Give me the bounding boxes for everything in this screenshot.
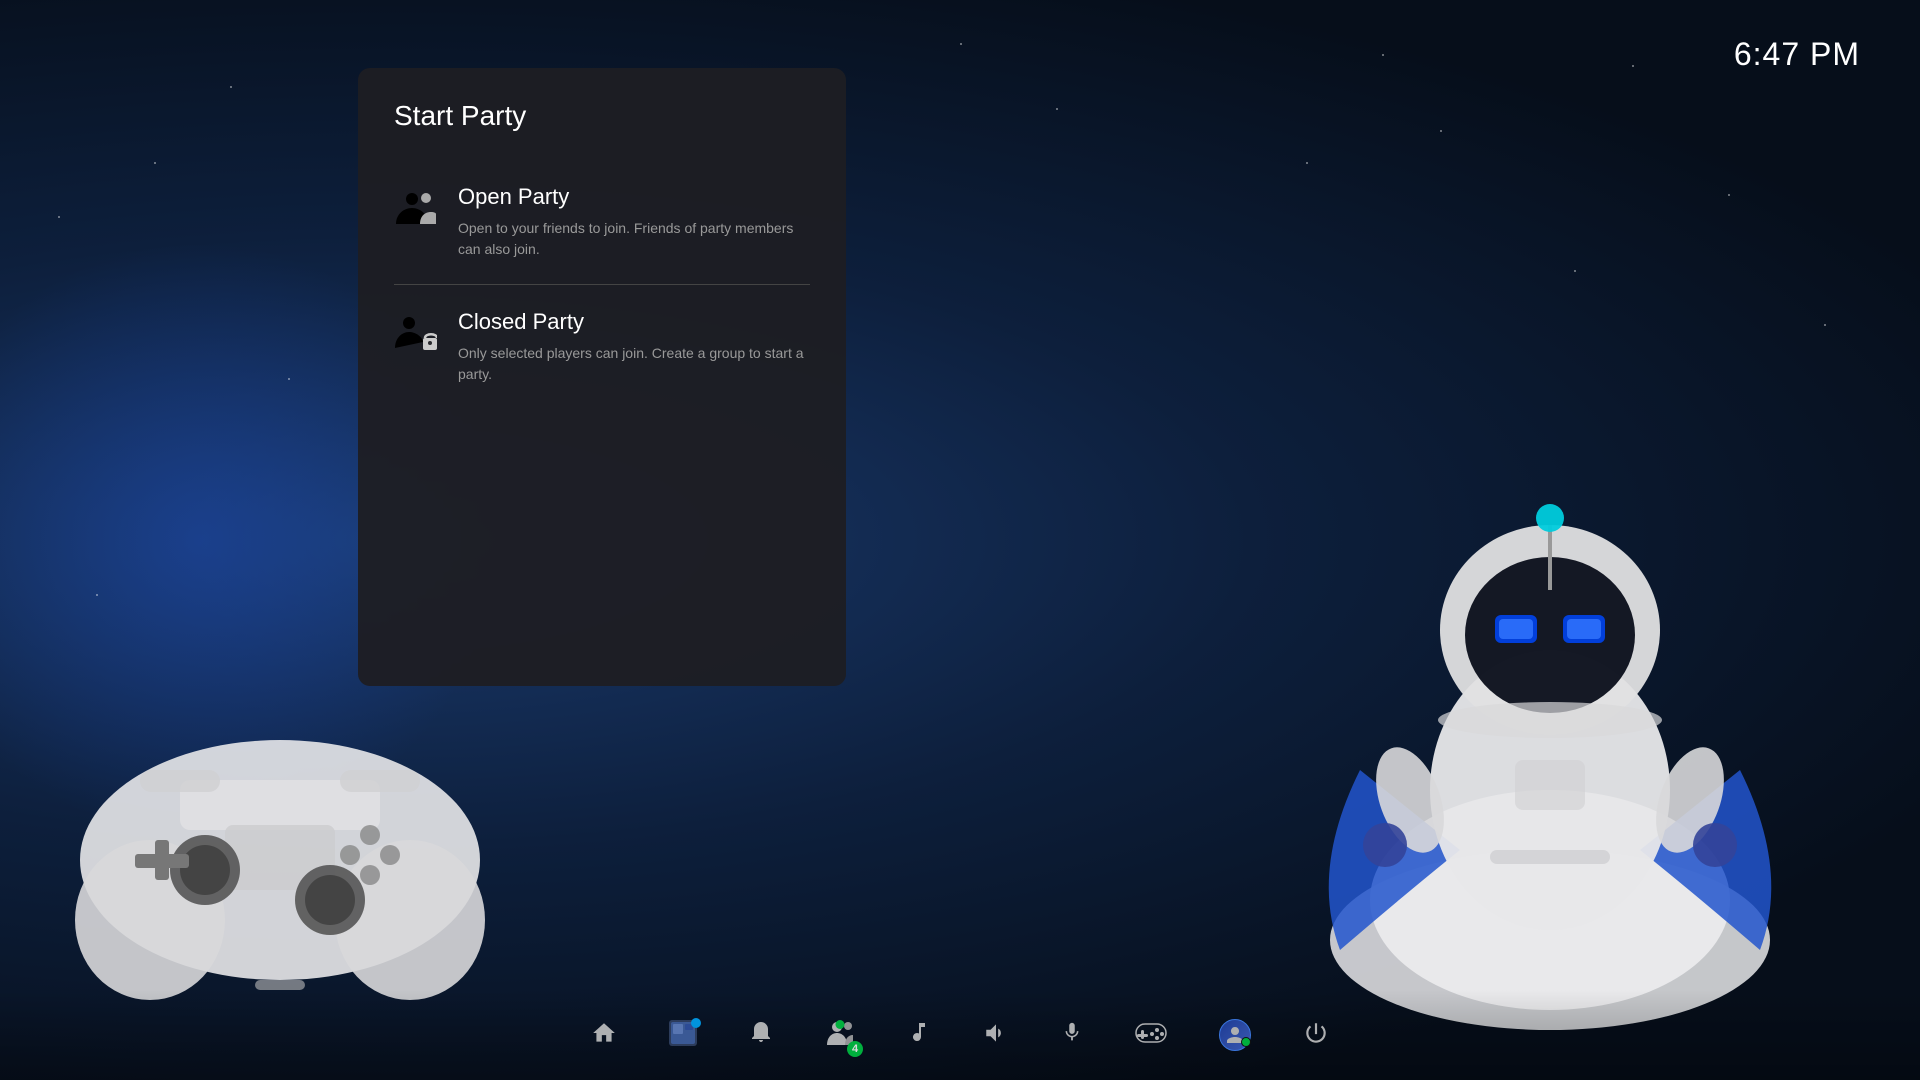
- taskbar-volume[interactable]: [983, 1020, 1009, 1050]
- home-icon: [591, 1020, 617, 1050]
- music-icon: [907, 1020, 931, 1050]
- open-party-desc: Open to your friends to join. Friends of…: [458, 218, 810, 260]
- clock-display: 6:47 PM: [1734, 36, 1860, 73]
- modal-title: Start Party: [394, 100, 810, 132]
- open-party-icon: [394, 186, 438, 230]
- closed-party-icon: [394, 311, 438, 355]
- open-party-option[interactable]: Open Party Open to your friends to join.…: [394, 168, 810, 276]
- friends-count-badge: 4: [847, 1041, 863, 1057]
- taskbar-notifications[interactable]: [749, 1020, 773, 1050]
- taskbar-controller[interactable]: [1135, 1020, 1167, 1050]
- power-icon: [1303, 1020, 1329, 1050]
- start-party-modal: Start Party Open Party Open to your frie…: [358, 68, 846, 686]
- friends-online-dot: [836, 1020, 845, 1029]
- open-party-content: Open Party Open to your friends to join.…: [458, 184, 810, 260]
- taskbar-friends[interactable]: 4: [825, 1019, 855, 1051]
- taskbar-game[interactable]: [669, 1020, 697, 1050]
- taskbar-music[interactable]: [907, 1020, 931, 1050]
- taskbar-mic[interactable]: [1061, 1020, 1083, 1050]
- bell-icon: [749, 1020, 773, 1050]
- astrobot-image: [1260, 370, 1840, 1030]
- volume-icon: [983, 1020, 1009, 1050]
- taskbar-profile[interactable]: [1219, 1019, 1251, 1051]
- closed-party-title: Closed Party: [458, 309, 810, 335]
- taskbar-power[interactable]: [1303, 1020, 1329, 1050]
- game-notification-dot: [691, 1018, 701, 1028]
- open-party-title: Open Party: [458, 184, 810, 210]
- gamepad-icon: [1135, 1020, 1167, 1050]
- closed-party-content: Closed Party Only selected players can j…: [458, 309, 810, 385]
- closed-party-desc: Only selected players can join. Create a…: [458, 343, 810, 385]
- closed-party-option[interactable]: Closed Party Only selected players can j…: [394, 293, 810, 401]
- profile-online-dot: [1241, 1037, 1251, 1047]
- controller-image: [60, 640, 500, 1000]
- mic-icon: [1061, 1020, 1083, 1050]
- taskbar-home[interactable]: [591, 1020, 617, 1050]
- taskbar: 4: [0, 990, 1920, 1080]
- option-divider: [394, 284, 810, 285]
